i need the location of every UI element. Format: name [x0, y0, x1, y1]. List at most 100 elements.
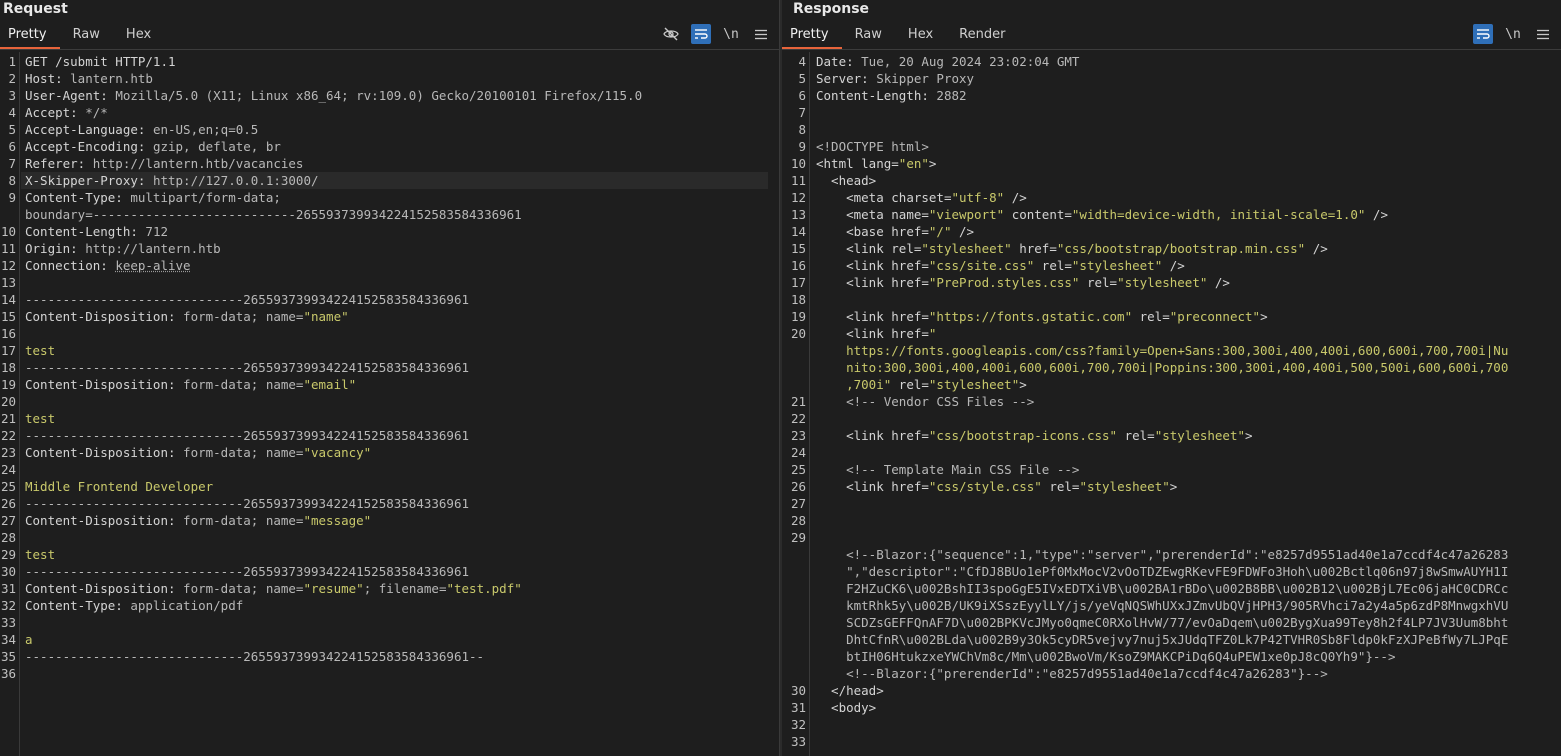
line-number: 17 — [790, 275, 806, 290]
code-token: "stylesheet" — [1079, 479, 1170, 494]
request-editor[interactable]: 1 2 3 4 5 6 7 8 9 10 11 12 13 14 15 16 17 18 19 20 21 22 23 24 2… — [0, 52, 779, 756]
code-token: ; filename= — [363, 581, 447, 596]
code-token: "css/bootstrap/bootstrap.min.css" — [1056, 241, 1306, 256]
code-token: Content-Disposition: — [25, 581, 184, 596]
code-line: <link href="css/site.css" rel="styleshee… — [816, 257, 1185, 274]
request-tab-hex[interactable]: Hex — [113, 19, 164, 49]
response-tab-hex[interactable]: Hex — [895, 19, 946, 49]
code-token: "stylesheet" — [928, 377, 1020, 392]
menu-icon[interactable] — [751, 24, 771, 44]
line-number: 20 — [0, 394, 16, 409]
response-title: Response — [793, 1, 870, 17]
code-line: F2HZuCK6\u002BshII3spoGgE5IVxEDTXiVB\u00… — [816, 580, 1508, 597]
code-line: GET /submit HTTP/1.1 — [25, 53, 176, 70]
line-number: 9 — [798, 139, 806, 154]
line-number: 2 — [8, 71, 16, 86]
line-number: 28 — [0, 530, 16, 545]
code-line: <!--Blazor:{"prerenderId":"e8257d9551ad4… — [816, 665, 1328, 682]
code-token: GET /submit HTTP/1.1 — [25, 54, 176, 69]
code-token: "stylesheet" — [1154, 428, 1246, 443]
code-token: Middle Frontend Developer — [25, 479, 214, 494]
request-tabbar: Pretty Raw Hex \n — [0, 19, 779, 50]
code-token: /> — [951, 224, 975, 239]
menu-icon[interactable] — [1533, 24, 1553, 44]
code-token: <!--Blazor:{"sequence":1,"type":"server"… — [816, 547, 1509, 562]
response-tab-render[interactable]: Render — [946, 19, 1018, 49]
line-number: 15 — [790, 241, 806, 256]
response-editor[interactable]: 4 5 6 7 8 9 10 11 12 13 14 15 16 17 18 19 20 21 22 23 24 25 26… — [782, 52, 1561, 756]
code-token: Host: — [25, 71, 71, 86]
response-tab-pretty[interactable]: Pretty — [782, 19, 842, 49]
line-number: 29 — [790, 530, 806, 545]
line-number: 21 — [0, 411, 16, 426]
code-line: Content-Disposition: form-data; name="re… — [25, 580, 522, 597]
code-token: keep-alive — [115, 258, 191, 273]
line-number: 32 — [0, 598, 16, 613]
code-token: DhtCfnR\u002BLda\u002B9y3Ok5cyDR5vejvy7n… — [816, 632, 1509, 647]
code-token: Date: — [816, 54, 862, 69]
code-token: "css/site.css" — [928, 258, 1035, 273]
code-line: Referer: http://lantern.htb/vacancies — [25, 155, 303, 172]
line-number: 14 — [790, 224, 806, 239]
line-number: 36 — [0, 666, 16, 681]
code-token: -----------------------------26559373993… — [25, 428, 470, 443]
code-token: "preconnect" — [1169, 309, 1261, 324]
code-line: <!--Blazor:{"sequence":1,"type":"server"… — [816, 546, 1508, 563]
line-number: 13 — [0, 275, 16, 290]
line-number: 25 — [0, 479, 16, 494]
code-line: User-Agent: Mozilla/5.0 (X11; Linux x86_… — [25, 87, 642, 104]
wrap-icon[interactable] — [1473, 24, 1493, 44]
code-token: <link — [816, 326, 892, 341]
request-tab-raw[interactable]: Raw — [60, 19, 113, 49]
code-token: "utf-8" — [951, 190, 1005, 205]
code-token: "css/bootstrap-icons.css" — [928, 428, 1118, 443]
code-token: "resume" — [303, 581, 364, 596]
line-number: 35 — [0, 649, 16, 664]
code-token: > — [1169, 479, 1178, 494]
code-token: href= — [1011, 241, 1057, 256]
line-number: 32 — [790, 717, 806, 732]
code-line: Content-Disposition: form-data; name="na… — [25, 308, 349, 325]
response-tab-raw[interactable]: Raw — [842, 19, 895, 49]
code-token: <link — [816, 258, 892, 273]
code-token: <head> — [816, 173, 877, 188]
request-line-numbers: 1 2 3 4 5 6 7 8 9 10 11 12 13 14 15 16 17 18 19 20 21 22 23 24 2… — [0, 52, 20, 756]
code-token: 712 — [145, 224, 168, 239]
line-number: 23 — [790, 428, 806, 443]
line-number: 18 — [0, 360, 16, 375]
code-token: > — [1019, 377, 1027, 392]
newline-icon[interactable]: \n — [721, 24, 741, 44]
newline-icon[interactable]: \n — [1503, 24, 1523, 44]
code-line: <link href="https://fonts.gstatic.com" r… — [816, 308, 1268, 325]
line-number: 6 — [798, 88, 806, 103]
code-token: form-data; name= — [183, 377, 304, 392]
code-token: Content-Disposition: — [25, 377, 184, 392]
code-token: "PreProd.styles.css" — [928, 275, 1080, 290]
code-line: kmtRhk5y\u002B/UK9iXSszEyylLY/js/yeVqNQS… — [816, 597, 1508, 614]
code-line: <!-- Vendor CSS Files --> — [816, 393, 1034, 410]
code-token: Accept-Language: — [25, 122, 153, 137]
code-token: href= — [891, 275, 929, 290]
wrap-icon[interactable] — [691, 24, 711, 44]
code-token: <link — [816, 241, 892, 256]
code-token: test — [25, 411, 56, 426]
line-number: 8 — [798, 122, 806, 137]
code-line: <head> — [816, 172, 876, 189]
line-number: 22 — [0, 428, 16, 443]
eye-slash-icon[interactable] — [661, 24, 681, 44]
code-line: Content-Type: application/pdf — [25, 597, 243, 614]
code-token: http://lantern.htb — [85, 241, 221, 256]
code-token: "test.pdf" — [446, 581, 522, 596]
line-number: 30 — [790, 683, 806, 698]
request-tab-pretty[interactable]: Pretty — [0, 19, 60, 49]
line-number: 13 — [790, 207, 806, 222]
code-token: lantern.htb — [70, 71, 153, 86]
code-line: Content-Disposition: form-data; name="va… — [25, 444, 371, 461]
code-line: Content-Disposition: form-data; name="me… — [25, 512, 371, 529]
line-number: 21 — [790, 394, 806, 409]
code-line: <link href="PreProd.styles.css" rel="sty… — [816, 274, 1230, 291]
request-pane: Request Pretty Raw Hex \n 1 2 3 4 5 6 7 8 9 10 11 1… — [0, 0, 779, 756]
line-number: 18 — [790, 292, 806, 307]
code-line: test — [25, 342, 55, 359]
line-number: 26 — [0, 496, 16, 511]
